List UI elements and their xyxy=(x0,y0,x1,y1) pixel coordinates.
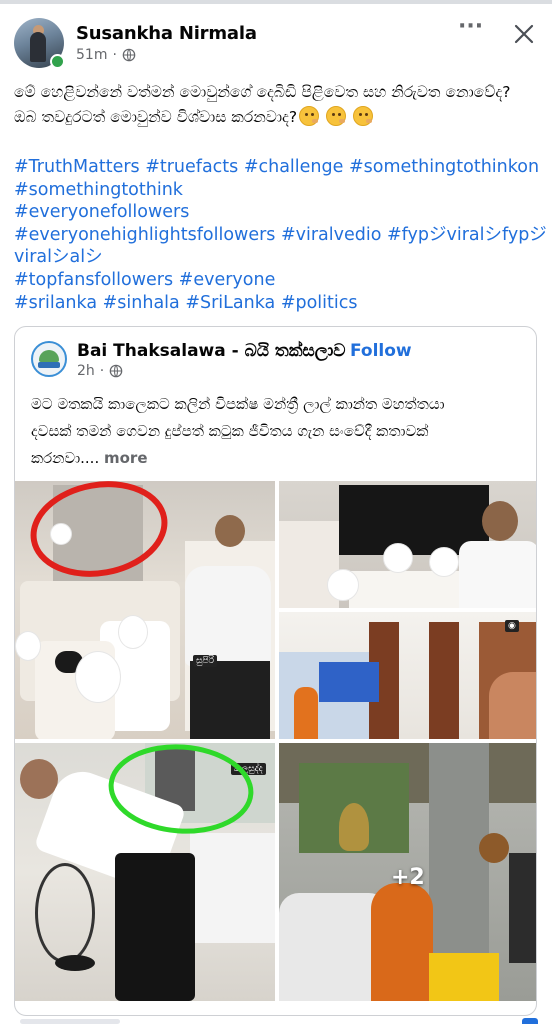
shared-text-line: කරනවා.... more xyxy=(31,449,148,467)
online-status-indicator xyxy=(50,54,65,69)
thinking-face-emoji-icon xyxy=(326,106,347,126)
shared-post-meta: 2h · xyxy=(77,363,123,379)
photo-living-room[interactable]: සුපිරි xyxy=(15,481,275,739)
author-name[interactable]: Susankha Nirmala xyxy=(76,23,257,44)
blurred-face xyxy=(383,543,413,573)
top-divider xyxy=(0,0,552,4)
shared-post-time[interactable]: 2h xyxy=(77,363,95,379)
globe-icon xyxy=(122,48,136,62)
post-text-line: මේ හෙළිවන්නේ වත්මන් මොවුන්ගේ දෙබිඩි පිළි… xyxy=(14,83,511,101)
post-meta: 51m · xyxy=(76,47,136,63)
more-options-icon[interactable]: ··· xyxy=(458,16,483,42)
photo-kitchen[interactable]: කලුසුද්ද xyxy=(15,743,275,1001)
hashtag-line[interactable]: #everyonefollowers xyxy=(14,201,544,224)
meta-separator: · xyxy=(112,47,117,63)
shared-text-line: මට මතකයි කාලෙකට කලින් විපක්ෂ මන්ත්‍රී ලා… xyxy=(31,395,445,413)
photo-watermark-icon: ◉ xyxy=(505,620,519,632)
bottom-action-placeholder xyxy=(20,1019,120,1024)
photo-temple-doorway[interactable]: ◉ xyxy=(279,612,536,739)
hashtag-line[interactable]: #topfansfollowers #everyone xyxy=(14,269,544,292)
meta-separator: · xyxy=(99,363,105,379)
page-logo[interactable] xyxy=(31,341,67,377)
hashtag-line[interactable]: #everyonehighlightsfollowers #viralvedio… xyxy=(14,224,547,247)
post-time[interactable]: 51m xyxy=(76,47,107,63)
hashtag-line[interactable]: #somethingtothink xyxy=(14,179,544,202)
hashtag-line[interactable]: #srilanka #sinhala #SriLanka #politics xyxy=(14,292,544,315)
hashtag-line[interactable]: #TruthMatters #truefacts #challenge #som… xyxy=(14,156,544,179)
shared-post-card[interactable]: Bai Thaksalawa - බයි තක්සලාව · Follow 2h… xyxy=(14,326,537,1016)
post-text-line: ඔබ තවදුරටත් මොවුන්ව විශ්වාස කරනවාද? xyxy=(14,105,542,130)
photo-ceremony-more[interactable]: +2 xyxy=(279,743,536,1001)
follow-button[interactable]: Follow xyxy=(350,341,412,361)
green-highlight-circle xyxy=(108,744,254,834)
more-photos-count[interactable]: +2 xyxy=(391,865,425,890)
hashtag-block: #TruthMatters #truefacts #challenge #som… xyxy=(14,156,547,315)
shared-text-line: දවසක් තමන් ගෙවන දුප්පත් කටුක ජීවිතය ගැන … xyxy=(31,422,429,440)
see-more-link[interactable]: more xyxy=(104,449,148,467)
hashtag-line[interactable]: viralシalシ xyxy=(14,246,544,269)
thinking-face-emoji-icon xyxy=(299,106,320,126)
bottom-indicator xyxy=(522,1018,538,1024)
blurred-face xyxy=(429,547,459,577)
shared-page-name[interactable]: Bai Thaksalawa - බයි තක්සලාව xyxy=(77,341,346,361)
post-body: මේ හෙළිවන්නේ වත්මන් මොවුන්ගේ දෙබිඩි පිළි… xyxy=(14,80,542,130)
thinking-face-emoji-icon xyxy=(353,106,374,126)
photo-piano-room[interactable] xyxy=(279,481,536,608)
red-highlight-circle xyxy=(30,481,168,577)
blurred-face xyxy=(327,569,359,601)
close-icon[interactable] xyxy=(512,22,536,46)
follow-separator: · xyxy=(336,341,342,361)
shared-post-text: මට මතකයි කාලෙකට කලින් විපක්ෂ මන්ත්‍රී ලා… xyxy=(31,391,526,472)
globe-icon xyxy=(109,364,123,378)
